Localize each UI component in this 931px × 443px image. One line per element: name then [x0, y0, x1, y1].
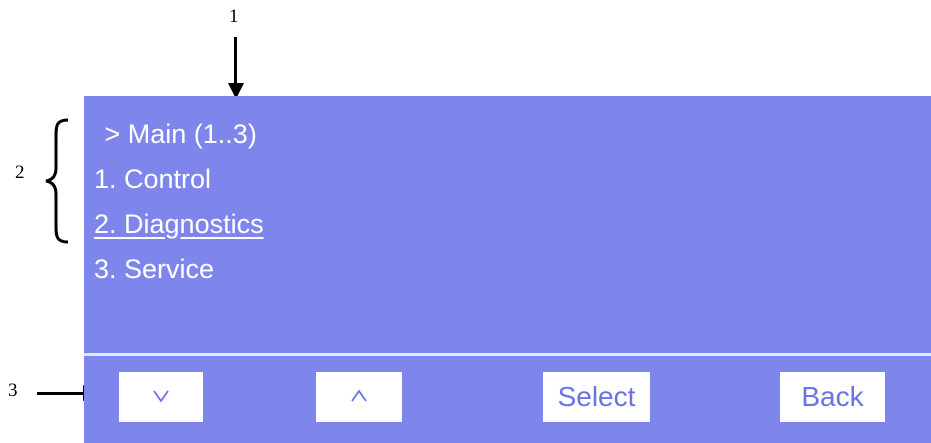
device-screen: > Main (1..3) 1. Control 2. Diagnostics …: [84, 96, 931, 443]
down-button[interactable]: [119, 372, 203, 422]
menu-item-service[interactable]: 3. Service: [94, 253, 214, 285]
menu-header: > Main (1..3): [97, 119, 257, 149]
back-button[interactable]: Back: [780, 372, 885, 422]
chevron-down-icon: [153, 390, 169, 402]
menu-item-control[interactable]: 1. Control: [94, 163, 211, 195]
callout-1-arrow: [234, 37, 237, 85]
callout-1-label: 1: [229, 6, 239, 27]
up-button[interactable]: [316, 372, 402, 422]
callout-3-arrow: [37, 392, 87, 395]
select-button[interactable]: Select: [543, 372, 650, 422]
callout-3-label: 3: [8, 380, 18, 401]
chevron-up-icon: [351, 390, 367, 402]
callout-2-label: 2: [15, 162, 25, 183]
softkey-divider: [84, 353, 931, 356]
menu-item-diagnostics[interactable]: 2. Diagnostics: [94, 208, 264, 240]
callout-2-brace: [45, 118, 69, 244]
